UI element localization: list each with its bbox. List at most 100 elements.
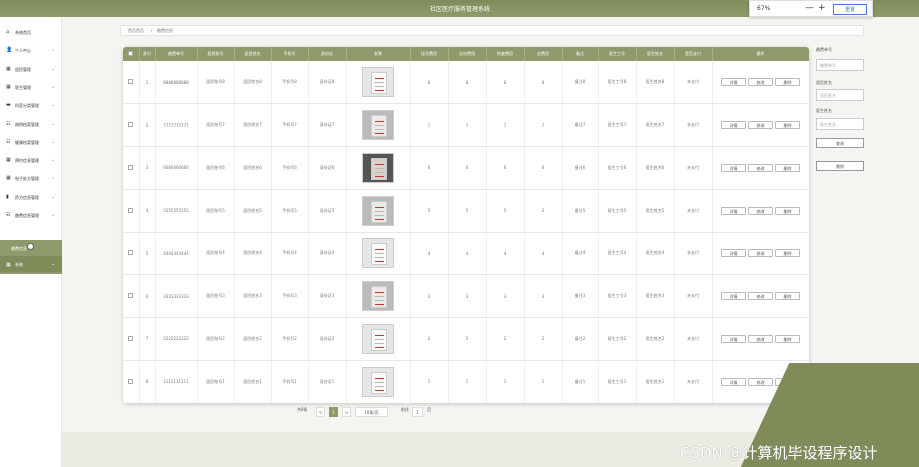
row-checkbox[interactable]	[128, 164, 134, 170]
row-checkbox[interactable]	[128, 122, 134, 128]
cell-check: 2	[486, 317, 525, 361]
select-all-checkbox-header[interactable]	[123, 47, 140, 61]
row-checkbox-cell[interactable]	[123, 103, 140, 147]
delete-button[interactable]: 删除	[775, 206, 800, 215]
sidebar-item-0[interactable]: ⌂ 系统首页	[0, 24, 62, 42]
delete-button[interactable]: 删除	[775, 163, 800, 172]
cell-index: 5	[139, 232, 156, 275]
row-checkbox-cell[interactable]	[123, 317, 140, 361]
row-checkbox[interactable]	[128, 293, 134, 299]
row-checkbox[interactable]	[128, 378, 134, 384]
edit-button[interactable]: 修改	[748, 249, 773, 258]
invoice-image[interactable]	[362, 366, 394, 397]
row-checkbox-cell[interactable]	[123, 189, 140, 232]
sidebar-item-9[interactable]: ▮ 药方信息管理 ⌄	[0, 189, 62, 207]
cell-id_card: 身份证5	[308, 189, 347, 232]
detail-button[interactable]: 详情	[721, 206, 746, 215]
mouse-cursor	[27, 243, 34, 250]
invoice-image[interactable]	[362, 67, 394, 98]
row-checkbox[interactable]	[128, 335, 134, 341]
detail-button[interactable]: 详情	[721, 121, 746, 130]
edit-button[interactable]: 修改	[748, 377, 773, 386]
cell-name: 居民姓名7	[234, 103, 272, 147]
sidebar-item-3[interactable]: ▦ 医生管理 ⌄	[0, 79, 62, 97]
row-checkbox-cell[interactable]	[123, 360, 140, 403]
cell-paid: 未支付	[674, 360, 713, 403]
sidebar-item-8[interactable]: ▦ 电子处方管理 ⌄	[0, 170, 62, 188]
zoom-in-button[interactable]: +	[818, 3, 826, 13]
delete-button[interactable]: 删除	[775, 334, 800, 343]
cell-account: 居民账号4	[197, 232, 235, 275]
row-checkbox-cell[interactable]	[123, 274, 140, 318]
edit-button[interactable]: 修改	[748, 206, 773, 215]
detail-button[interactable]: 详情	[721, 292, 746, 301]
detail-button[interactable]: 详情	[721, 249, 746, 258]
edit-button[interactable]: 修改	[748, 78, 773, 87]
cell-id_card: 身份证7	[308, 103, 347, 147]
invoice-image[interactable]	[362, 152, 394, 183]
search-resident-input[interactable]: 居民姓名	[816, 89, 864, 101]
row-checkbox-cell[interactable]	[123, 146, 140, 190]
cell-visit: 8	[448, 61, 487, 104]
sidebar-item-10[interactable]: ☷ 缴费信息管理 ⌄	[0, 207, 62, 225]
cell-account: 居民账号8	[197, 61, 235, 104]
sidebar-item-7[interactable]: ▦ 预约信息管理 ⌄	[0, 152, 62, 170]
cell-check: 3	[486, 274, 525, 318]
pager-page-1[interactable]: 1	[329, 407, 338, 417]
edit-button[interactable]: 修改	[748, 292, 773, 301]
zoom-reset-button[interactable]: 重置	[833, 4, 867, 15]
zoom-out-button[interactable]: —	[805, 3, 814, 13]
search-doctor-input[interactable]: 医生姓名	[816, 118, 864, 130]
query-button[interactable]: 查询	[816, 138, 864, 148]
delete-button[interactable]: 删除	[775, 121, 800, 130]
detail-button[interactable]: 详情	[721, 334, 746, 343]
delete-button[interactable]: 删除	[775, 78, 800, 87]
cell-reg: 4	[410, 232, 449, 275]
detail-button[interactable]: 详情	[721, 163, 746, 172]
row-checkbox-cell[interactable]	[123, 232, 140, 275]
pager-prev-button[interactable]: <	[316, 407, 325, 417]
edit-button[interactable]: 修改	[748, 121, 773, 130]
column-header: 医生姓名	[636, 47, 675, 61]
cell-name: 居民姓名3	[234, 274, 272, 318]
sidebar-item-current[interactable]: ▦ 系统 ⌄	[0, 256, 62, 272]
pager-next-button[interactable]: >	[342, 407, 351, 417]
actions-cell: 详情修改删除	[712, 146, 809, 190]
cell-doc_no: 医生工号6	[598, 146, 637, 190]
invoice-image[interactable]	[362, 195, 394, 226]
batch-delete-button[interactable]: 删除	[816, 161, 864, 171]
sidebar-item-label: 电子处方管理	[15, 176, 39, 182]
breadcrumb-current: 缴费信息	[157, 28, 173, 33]
sidebar-item-5[interactable]: ☷ 病例档案管理 ⌄	[0, 116, 62, 134]
sidebar-item-2[interactable]: ▦ 居民管理 ⌄	[0, 61, 62, 79]
delete-button[interactable]: 删除	[775, 249, 800, 258]
delete-button[interactable]: 删除	[775, 292, 800, 301]
edit-button[interactable]: 修改	[748, 163, 773, 172]
table-row: 7 2222222222 居民账号2 居民姓名2 手机号2 身份证2 2 2 2 2 备注2 医生工号…	[123, 317, 809, 361]
invoice-image[interactable]	[362, 323, 394, 354]
sidebar-subitem-payment-info[interactable]: 缴费信息	[11, 246, 27, 252]
select-all-checkbox[interactable]	[128, 51, 134, 56]
row-checkbox[interactable]	[128, 250, 134, 256]
detail-button[interactable]: 详情	[721, 78, 746, 87]
row-checkbox[interactable]	[128, 79, 134, 85]
detail-button[interactable]: 详情	[721, 377, 746, 386]
invoice-image[interactable]	[362, 238, 394, 269]
row-checkbox[interactable]	[128, 207, 134, 213]
search-bill-input[interactable]: 缴费单号	[816, 59, 864, 71]
cell-index: 2	[139, 103, 156, 147]
sidebar-item-1[interactable]: 👤 个人中心 ⌄	[0, 42, 62, 60]
sidebar-item-4[interactable]: ▬ 科室分类管理 ⌄	[0, 97, 62, 115]
sidebar-item-6[interactable]: ☷ 健康档案管理 ⌄	[0, 134, 62, 152]
cell-index: 6	[139, 274, 156, 318]
invoice-image[interactable]	[362, 110, 394, 141]
invoice-image[interactable]	[362, 281, 394, 312]
breadcrumb-home[interactable]: 首页首页	[128, 28, 144, 34]
cell-id_card: 身份证2	[308, 317, 347, 361]
cell-id_card: 身份证6	[308, 146, 347, 190]
table-row: 8 1111111111 居民账号1 居民姓名1 手机号1 身份证1 1 1 1 1 备注1 医生工号…	[123, 360, 809, 403]
pager-goto-input[interactable]: 1	[412, 407, 423, 417]
pager-size-select[interactable]: 10条/页	[355, 407, 388, 417]
edit-button[interactable]: 修改	[748, 334, 773, 343]
row-checkbox-cell[interactable]	[123, 61, 140, 104]
